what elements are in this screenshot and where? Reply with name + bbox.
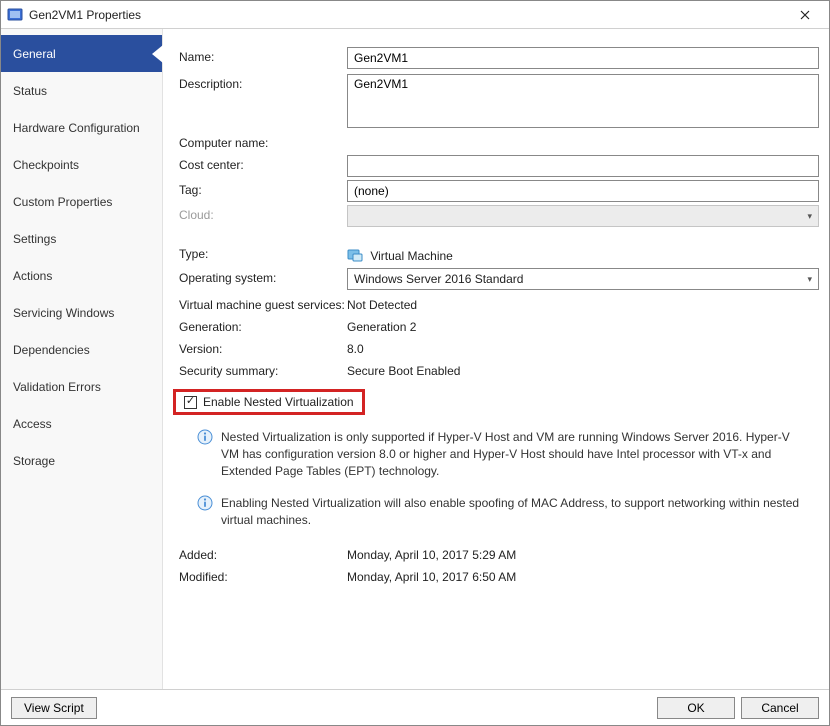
label-version: Version: (179, 339, 347, 356)
label-computer-name: Computer name: (179, 133, 347, 150)
cost-center-input[interactable] (347, 155, 819, 177)
info-block-1: Nested Virtualization is only supported … (197, 429, 819, 479)
sidebar-item-label: Access (13, 417, 52, 431)
label-security: Security summary: (179, 361, 347, 378)
info-icon (197, 429, 213, 445)
sidebar-item-actions[interactable]: Actions (1, 257, 162, 294)
close-button[interactable] (785, 2, 825, 28)
view-script-button[interactable]: View Script (11, 697, 97, 719)
sidebar-item-label: Hardware Configuration (13, 121, 140, 135)
label-type: Type: (179, 244, 347, 261)
sidebar-item-general[interactable]: General (1, 35, 162, 72)
nested-virtualization-label: Enable Nested Virtualization (203, 395, 354, 409)
sidebar-item-label: Custom Properties (13, 195, 112, 209)
ok-button[interactable]: OK (657, 697, 735, 719)
label-os: Operating system: (179, 268, 347, 285)
main-panel: Name: Description: Gen2VM1 Computer name… (163, 29, 829, 689)
sidebar-item-storage[interactable]: Storage (1, 442, 162, 479)
os-select[interactable]: Windows Server 2016 Standard ▾ (347, 268, 819, 290)
info-text-1: Nested Virtualization is only supported … (221, 429, 809, 479)
titlebar: Gen2VM1 Properties (1, 1, 829, 29)
sidebar-item-validation-errors[interactable]: Validation Errors (1, 368, 162, 405)
sidebar-item-dependencies[interactable]: Dependencies (1, 331, 162, 368)
sidebar-item-checkpoints[interactable]: Checkpoints (1, 146, 162, 183)
sidebar-item-label: Actions (13, 269, 52, 283)
cancel-button[interactable]: Cancel (741, 697, 819, 719)
info-block-2: Enabling Nested Virtualization will also… (197, 495, 819, 529)
os-select-value: Windows Server 2016 Standard (354, 272, 523, 286)
value-type: Virtual Machine (347, 244, 819, 263)
footer: View Script OK Cancel (1, 689, 829, 725)
sidebar-item-hardware-configuration[interactable]: Hardware Configuration (1, 109, 162, 146)
info-icon (197, 495, 213, 511)
virtual-machine-icon (347, 247, 363, 263)
chevron-down-icon: ▾ (807, 274, 812, 285)
sidebar-item-label: Status (13, 84, 47, 98)
sidebar-item-label: Checkpoints (13, 158, 79, 172)
sidebar-item-status[interactable]: Status (1, 72, 162, 109)
description-input[interactable]: Gen2VM1 (347, 74, 819, 128)
label-cost-center: Cost center: (179, 155, 347, 172)
value-security: Secure Boot Enabled (347, 361, 819, 378)
label-description: Description: (179, 74, 347, 91)
label-tag: Tag: (179, 180, 347, 197)
value-computer-name (347, 133, 819, 136)
value-guest-services: Not Detected (347, 295, 819, 312)
chevron-down-icon: ▾ (807, 211, 812, 222)
sidebar-item-label: Servicing Windows (13, 306, 114, 320)
label-added: Added: (179, 545, 347, 562)
sidebar-item-custom-properties[interactable]: Custom Properties (1, 183, 162, 220)
value-generation: Generation 2 (347, 317, 819, 334)
sidebar-item-label: Settings (13, 232, 56, 246)
sidebar: General Status Hardware Configuration Ch… (1, 29, 163, 689)
nested-virtualization-highlight: ✓ Enable Nested Virtualization (173, 389, 365, 415)
sidebar-item-access[interactable]: Access (1, 405, 162, 442)
sidebar-item-settings[interactable]: Settings (1, 220, 162, 257)
label-guest-services: Virtual machine guest services: (179, 295, 347, 312)
label-cloud: Cloud: (179, 205, 347, 222)
value-version: 8.0 (347, 339, 819, 356)
value-modified: Monday, April 10, 2017 6:50 AM (347, 567, 819, 584)
sidebar-item-servicing-windows[interactable]: Servicing Windows (1, 294, 162, 331)
content-area: General Status Hardware Configuration Ch… (1, 29, 829, 689)
label-generation: Generation: (179, 317, 347, 334)
value-added: Monday, April 10, 2017 5:29 AM (347, 545, 819, 562)
nested-virtualization-checkbox[interactable]: ✓ (184, 396, 197, 409)
tag-input[interactable] (347, 180, 819, 202)
value-type-text: Virtual Machine (370, 249, 453, 263)
info-text-2: Enabling Nested Virtualization will also… (221, 495, 809, 529)
app-icon (7, 7, 23, 23)
label-modified: Modified: (179, 567, 347, 584)
name-input[interactable] (347, 47, 819, 69)
sidebar-item-label: Dependencies (13, 343, 90, 357)
label-name: Name: (179, 47, 347, 64)
sidebar-item-label: Validation Errors (13, 380, 101, 394)
cloud-select: ▾ (347, 205, 819, 227)
sidebar-item-label: General (13, 47, 56, 61)
window-title: Gen2VM1 Properties (29, 8, 785, 22)
sidebar-item-label: Storage (13, 454, 55, 468)
